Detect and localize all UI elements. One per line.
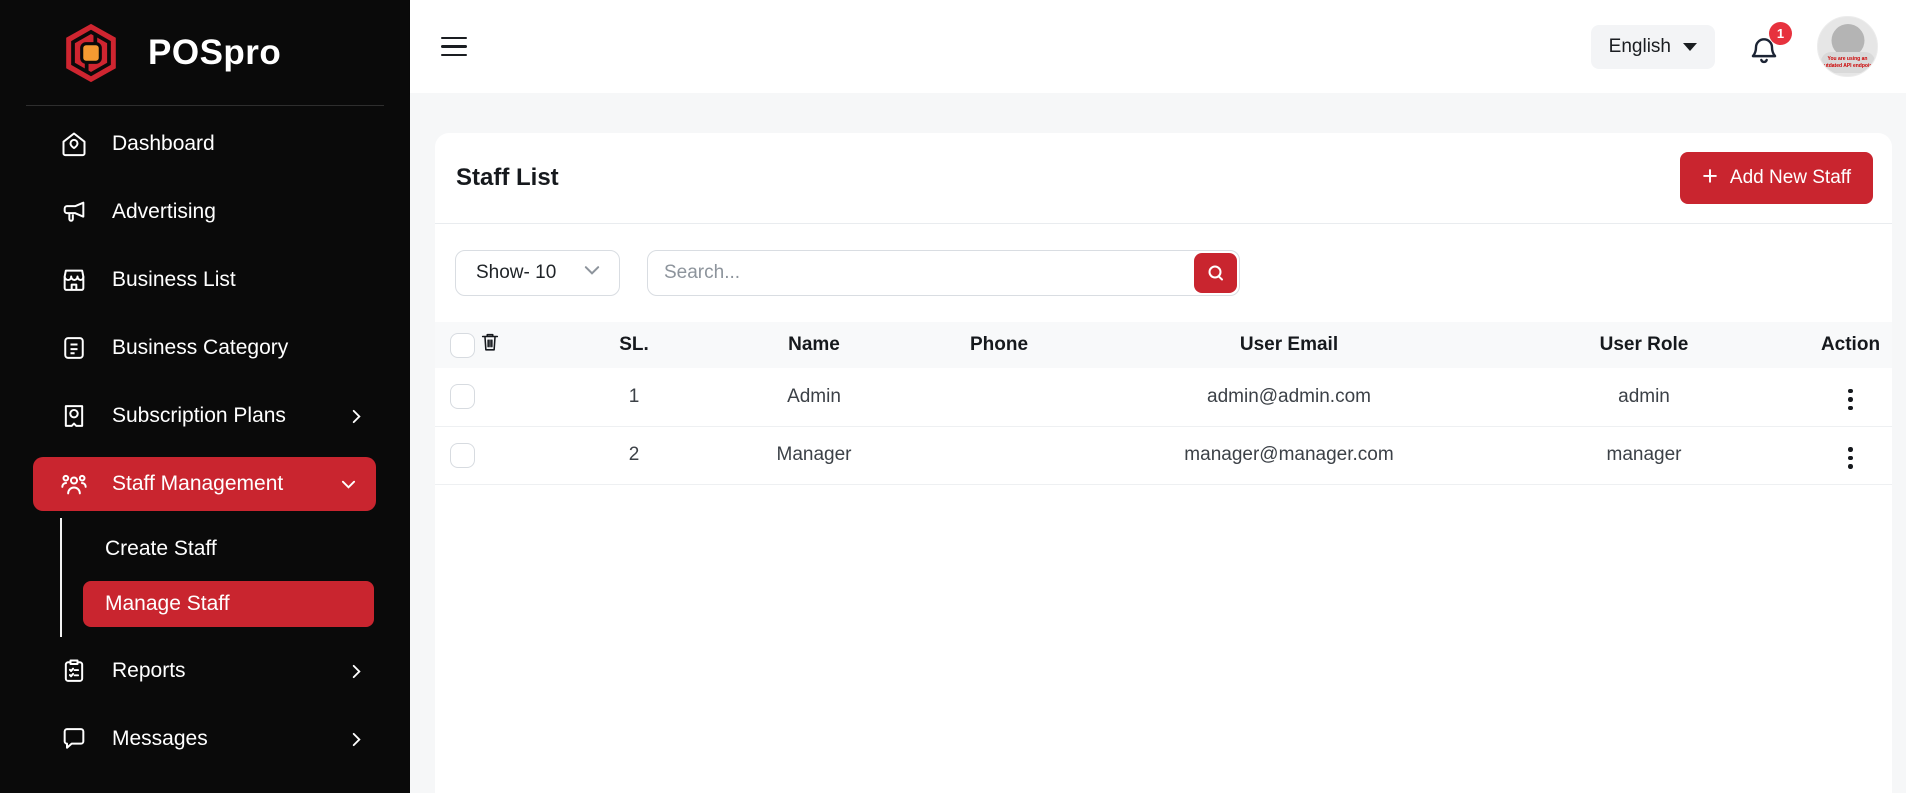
submenu-item-manage-staff[interactable]: Manage Staff [83,581,374,627]
chat-icon [60,725,88,753]
topbar-right: English 1 You are using an outdated API … [1591,16,1878,77]
table-row: 2 Manager manager@manager.com manager [435,426,1892,484]
user-avatar[interactable]: You are using an outdated API endpoint [1817,16,1878,77]
search-box [647,250,1240,296]
cell-phone [899,426,1099,484]
megaphone-icon [60,198,88,226]
home-icon [60,130,88,158]
document-icon [60,334,88,362]
column-header-name: Name [729,322,899,368]
storefront-icon [60,266,88,294]
chevron-down-icon [341,477,356,492]
select-all-checkbox[interactable] [450,333,475,358]
column-header-phone: Phone [899,322,1099,368]
plus-icon: + [1702,163,1718,190]
notification-count-badge: 1 [1769,22,1792,45]
sidebar-item-subscription-plans[interactable]: Subscription Plans [0,382,410,450]
column-header-action: Action [1809,322,1892,368]
page-title: Staff List [456,164,559,192]
search-button[interactable] [1194,253,1237,293]
submenu-item-label: Create Staff [105,537,217,561]
language-label: English [1609,36,1671,58]
show-entries-select[interactable]: Show- 10 [455,250,620,296]
sidebar-toggle-button[interactable] [437,33,471,61]
trash-icon [479,331,501,353]
content-area: Staff List + Add New Staff Show- 10 [410,93,1906,793]
clipboard-icon [60,657,88,685]
table-header-row: SL. Name Phone User Email User Role Acti… [435,322,1892,368]
cell-name: Manager [729,426,899,484]
search-icon [1206,263,1226,283]
column-header-sl: SL. [539,322,729,368]
chevron-right-icon [349,409,364,424]
sidebar-item-label: Business List [112,268,236,292]
users-icon [60,470,88,498]
sidebar-divider [26,105,384,106]
pospro-logo-icon [60,22,122,84]
staff-list-card: Staff List + Add New Staff Show- 10 [435,133,1892,793]
brand-name: POSpro [148,33,281,73]
sidebar-item-advertising[interactable]: Advertising [0,178,410,246]
row-checkbox[interactable] [450,443,475,468]
cell-sl: 2 [539,426,729,484]
sidebar-item-label: Reports [112,659,186,683]
cell-email: admin@admin.com [1099,368,1479,426]
sidebar-item-reports[interactable]: Reports [0,637,410,705]
brand-logo[interactable]: POSpro [0,0,410,105]
cell-email: manager@manager.com [1099,426,1479,484]
column-header-email: User Email [1099,322,1479,368]
sidebar-item-label: Messages [112,727,208,751]
badge-icon [60,402,88,430]
language-selector[interactable]: English [1591,25,1715,69]
submenu-item-label: Manage Staff [105,592,230,616]
row-actions-menu-button[interactable] [1838,383,1863,417]
table-toolbar: Show- 10 [435,224,1892,322]
sidebar-item-label: Business Category [112,336,288,360]
cell-name: Admin [729,368,899,426]
chevron-down-icon [583,261,601,285]
search-input[interactable] [647,250,1240,296]
sidebar-item-label: Advertising [112,200,216,224]
sidebar-item-label: Dashboard [112,132,215,156]
main-area: English 1 You are using an outdated API … [410,0,1906,793]
cell-sl: 1 [539,368,729,426]
add-new-staff-button[interactable]: + Add New Staff [1680,152,1873,204]
chevron-right-icon [349,664,364,679]
row-checkbox[interactable] [450,384,475,409]
cell-phone [899,368,1099,426]
card-header: Staff List + Add New Staff [435,133,1892,224]
submenu-item-create-staff[interactable]: Create Staff [62,526,410,572]
topbar: English 1 You are using an outdated API … [410,0,1906,93]
caret-down-icon [1683,43,1697,51]
cell-role: admin [1479,368,1809,426]
staff-management-submenu: Create Staff Manage Staff [60,518,410,637]
avatar-placeholder-note: You are using an outdated API endpoint [1821,52,1875,73]
chevron-right-icon [349,732,364,747]
sidebar-item-dashboard[interactable]: Dashboard [0,110,410,178]
sidebar-item-business-list[interactable]: Business List [0,246,410,314]
bulk-delete-button[interactable] [479,331,501,353]
column-header-role: User Role [1479,322,1809,368]
sidebar-item-label: Staff Management [112,472,283,496]
notifications-button[interactable]: 1 [1748,24,1784,70]
sidebar-item-label: Subscription Plans [112,404,286,428]
show-entries-value: Show- 10 [476,262,556,284]
sidebar-nav: Dashboard Advertising Business List [0,110,410,773]
staff-table: SL. Name Phone User Email User Role Acti… [435,322,1892,485]
sidebar-item-messages[interactable]: Messages [0,705,410,773]
sidebar-item-staff-management[interactable]: Staff Management [33,457,376,511]
row-actions-menu-button[interactable] [1838,441,1863,475]
table-row: 1 Admin admin@admin.com admin [435,368,1892,426]
sidebar-item-business-category[interactable]: Business Category [0,314,410,382]
sidebar: POSpro Dashboard Advertising [0,0,410,793]
cell-role: manager [1479,426,1809,484]
